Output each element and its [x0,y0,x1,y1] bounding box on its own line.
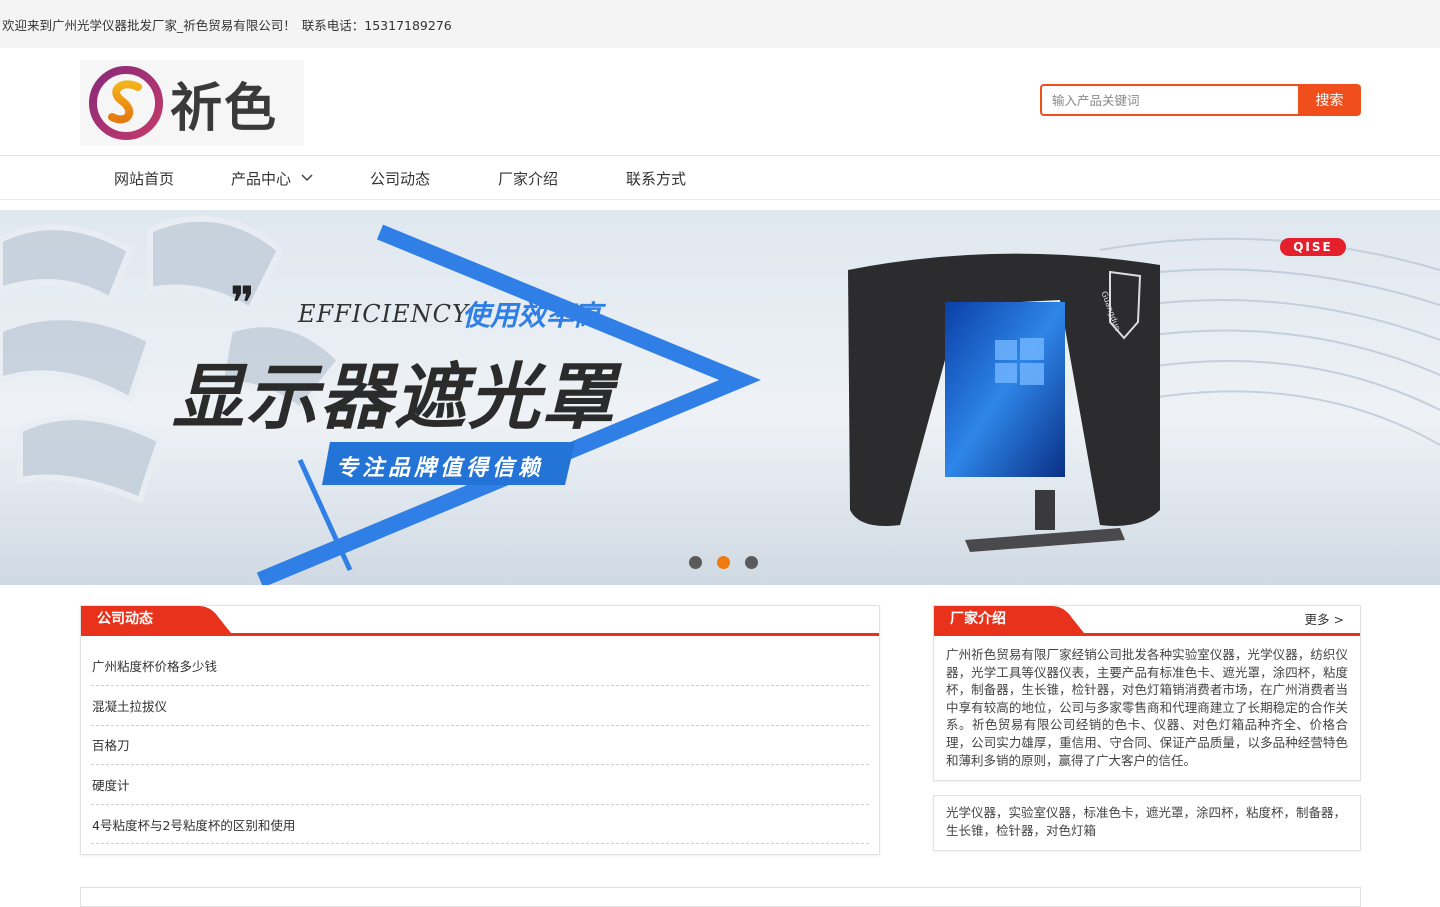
banner-efficiency: EFFICIENCY [298,300,469,328]
welcome-text: 欢迎来到广州光学仪器批发厂家_祈色贸易有限公司！ [2,17,296,33]
carousel-dot[interactable] [689,556,702,569]
more-link[interactable]: 更多 > [1305,606,1344,633]
nav-item-products[interactable]: 产品中心 [231,156,313,200]
search-input[interactable] [1040,84,1298,116]
banner-efficiency-cn: 使用效率高 [462,299,603,332]
phone-text: 联系电话：15317189276 [301,17,452,33]
nav-item-home[interactable]: 网站首页 [114,156,174,200]
chevron-down-icon [301,174,313,182]
search-button[interactable]: 搜索 [1298,84,1361,116]
top-bar: 欢迎来到广州光学仪器批发厂家_祈色贸易有限公司！ 联系电话：1531718927… [0,0,1440,48]
banner-tagline: 专注品牌值得信赖 [336,456,545,481]
news-header: 公司动态 [81,606,879,636]
about-text: 广州祈色贸易有限厂家经销公司批发各种实验室仪器，光学仪器，纺织仪器，光学工具等仪… [946,647,1348,768]
about-section: 厂家介绍 更多 > 广州祈色贸易有限厂家经销公司批发各种实验室仪器，光学仪器，纺… [933,605,1361,781]
site-header: 祈色 搜索 [0,48,1440,156]
news-item[interactable]: 广州粘度杯价格多少钱 [91,636,869,686]
logo-emblem-icon [89,66,163,140]
keyword-tags: 光学仪器，实验室仪器，标准色卡，遮光罩，涂四杯，粘度杯，制备器，生长锥，检针器，… [933,795,1361,851]
quote-mark: ❞ [230,276,255,330]
banner-headline: 显示器遮光罩 [172,355,617,439]
news-item[interactable]: 4号粘度杯与2号粘度杯的区别和使用 [91,805,869,845]
nav-item-contact[interactable]: 联系方式 [626,156,686,200]
carousel-dot[interactable] [745,556,758,569]
site-logo[interactable]: 祈色 [80,60,304,146]
nav-item-label: 网站首页 [114,169,175,188]
news-item[interactable]: 百格刀 [91,726,869,766]
about-title: 厂家介绍 [950,611,1006,627]
about-header: 厂家介绍 更多 > [934,606,1360,636]
nav-item-label: 公司动态 [370,169,431,188]
news-title: 公司动态 [97,611,153,627]
nav-item-news[interactable]: 公司动态 [370,156,430,200]
news-item[interactable]: 混凝土拉拔仪 [91,686,869,726]
nav-item-label: 联系方式 [626,169,687,188]
search-bar: 搜索 [1040,84,1361,116]
nav-item-about[interactable]: 厂家介绍 [498,156,558,200]
news-list: 广州粘度杯价格多少钱 混凝土拉拔仪 百格刀 硬度计 4号粘度杯与2号粘度杯的区别… [81,636,879,845]
nav-item-label: 厂家介绍 [498,169,559,188]
news-item[interactable]: 硬度计 [91,765,869,805]
carousel-dot-active[interactable] [717,556,730,569]
carousel-dots [689,556,758,569]
news-section: 公司动态 广州粘度杯价格多少钱 混凝土拉拔仪 百格刀 硬度计 4号粘度杯与2号粘… [80,605,880,855]
nav-item-label: 产品中心 [231,169,292,188]
bottom-section [80,887,1361,907]
keyword-tags-text: 光学仪器，实验室仪器，标准色卡，遮光罩，涂四杯，粘度杯，制备器，生长锥，检针器，… [946,805,1347,838]
logo-text: 祈色 [170,78,279,139]
brand-tag: QISE [1280,238,1346,256]
hero-banner[interactable]: ❞ EFFICIENCY 使用效率高 显示器遮光罩 专注品牌值得信赖 Guang… [0,210,1440,585]
main-nav: 网站首页 产品中心 公司动态 厂家介绍 联系方式 [0,156,1440,200]
